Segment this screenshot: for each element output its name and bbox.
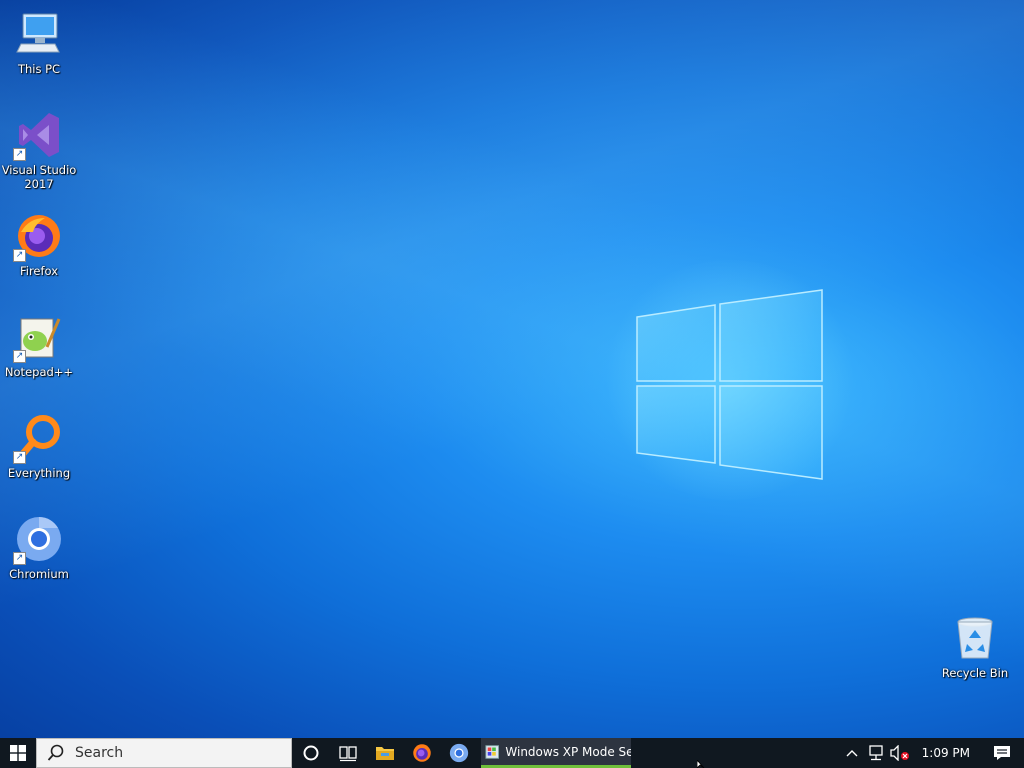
desktop-icon-notepad-plus-plus[interactable]: ↗ Notepad++: [1, 313, 77, 379]
desktop-icon-this-pc[interactable]: This PC: [1, 10, 77, 76]
taskbar-running-window[interactable]: Windows XP Mode Se...: [481, 738, 631, 768]
windows-wallpaper-logo: [636, 289, 823, 480]
task-view-icon: [338, 746, 357, 762]
desktop: This PC ↗ Visual Studio 2017 ↗ Firefox ↗…: [0, 0, 1024, 738]
system-tray: 1:09 PM: [840, 738, 1024, 768]
desktop-icon-label: Notepad++: [4, 365, 74, 379]
shortcut-arrow-icon: ↗: [13, 350, 26, 363]
firefox-icon: [412, 744, 431, 762]
recycle-bin-icon: [957, 617, 993, 659]
network-icon: [868, 745, 883, 761]
notification-icon: [994, 746, 1010, 760]
shortcut-arrow-icon: ↗: [13, 249, 26, 262]
running-task-title: Windows XP Mode Se...: [505, 744, 631, 759]
desktop-icon-label: Chromium: [9, 567, 69, 581]
volume-button[interactable]: [888, 738, 912, 768]
cortana-circle-icon: [303, 745, 318, 761]
desktop-icon-label: Recycle Bin: [941, 666, 1009, 680]
desktop-icon-label: Everything: [7, 466, 71, 480]
desktop-icon-label: This PC: [17, 62, 61, 76]
shortcut-arrow-icon: ↗: [13, 451, 26, 464]
windows-start-icon: [10, 745, 26, 761]
wallpaper-light-ray: [0, 0, 1024, 738]
chromium-icon: [449, 743, 468, 763]
start-button[interactable]: [0, 738, 36, 768]
clock[interactable]: 1:09 PM: [912, 746, 980, 760]
desktop-icon-visual-studio[interactable]: ↗ Visual Studio 2017: [1, 111, 77, 191]
chromium-taskbar-button[interactable]: [440, 738, 477, 768]
action-center-button[interactable]: [980, 738, 1024, 768]
mouse-cursor-icon: [697, 760, 705, 768]
desktop-icon-everything[interactable]: ↗ Everything: [1, 414, 77, 480]
search-icon: [47, 744, 64, 761]
volume-muted-icon: [889, 745, 909, 761]
taskbar-search-box[interactable]: Search: [36, 738, 292, 768]
shortcut-arrow-icon: ↗: [13, 148, 26, 161]
taskbar: Search Windows XP Mode Se 1:09 PM: [0, 738, 1024, 768]
chevron-up-icon: [846, 750, 858, 757]
desktop-icon-label: Firefox: [19, 264, 59, 278]
desktop-icon-chromium[interactable]: ↗ Chromium: [1, 515, 77, 581]
desktop-icon-recycle-bin[interactable]: Recycle Bin: [937, 614, 1013, 680]
network-button[interactable]: [864, 738, 888, 768]
search-placeholder: Search: [75, 745, 124, 761]
show-hidden-icons-button[interactable]: [840, 738, 864, 768]
xp-mode-icon: [485, 744, 499, 759]
firefox-taskbar-button[interactable]: [403, 738, 440, 768]
shortcut-arrow-icon: ↗: [13, 552, 26, 565]
file-explorer-button[interactable]: [366, 738, 403, 768]
cortana-button[interactable]: [292, 738, 329, 768]
desktop-icon-label: Visual Studio 2017: [1, 163, 77, 191]
wallpaper-light-ray: [0, 0, 1024, 738]
desktop-icon-firefox[interactable]: ↗ Firefox: [1, 212, 77, 278]
folder-icon: [375, 747, 394, 760]
task-view-button[interactable]: [329, 738, 366, 768]
computer-icon: [16, 13, 60, 53]
